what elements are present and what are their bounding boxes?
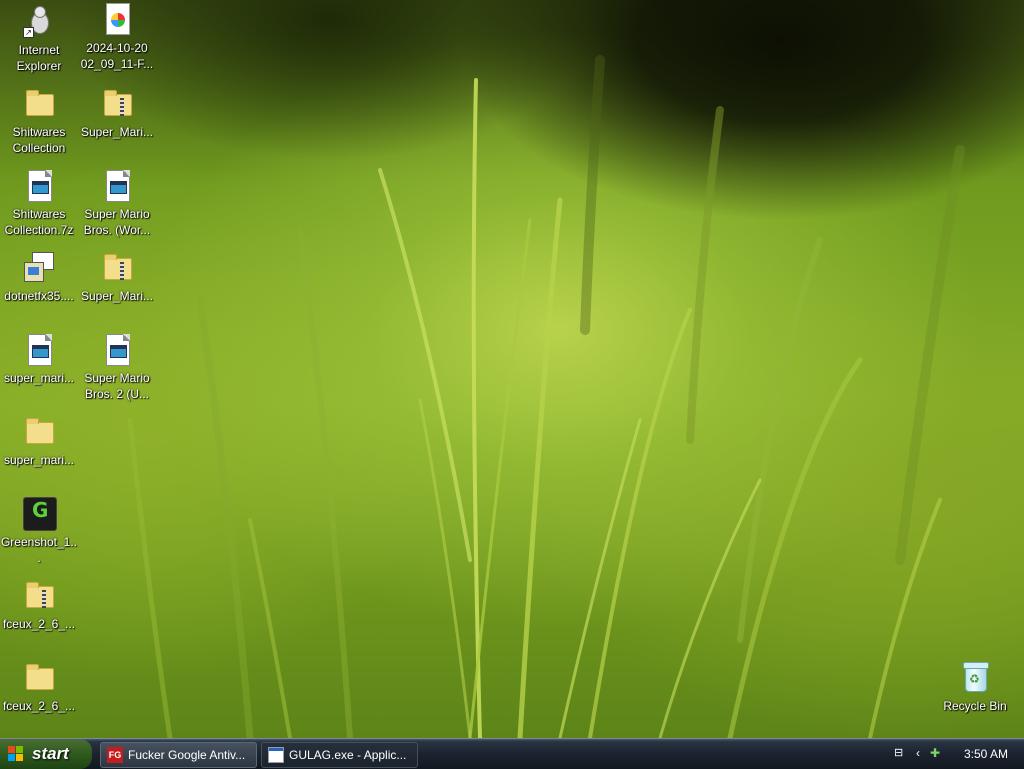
recycle-bin-icon: ♻ bbox=[963, 662, 989, 692]
network-status-icon[interactable]: ⊟ bbox=[894, 746, 903, 759]
safely-remove-hardware-icon[interactable]: ✚ bbox=[930, 746, 940, 760]
icon-label: Shitwares bbox=[12, 207, 66, 221]
icon-label: Internet bbox=[18, 43, 60, 57]
rom-file-icon bbox=[106, 334, 130, 366]
zip-folder-icon bbox=[104, 90, 132, 116]
desktop-icon-super-mario-2-rom[interactable]: Super Mario Bros. 2 (U... bbox=[78, 332, 156, 402]
desktop-icon-shitwares-archive[interactable]: Shitwares Collection.7z bbox=[0, 168, 78, 238]
icon-label: Collection bbox=[12, 141, 66, 155]
zip-folder-icon bbox=[26, 582, 54, 608]
system-tray: ⊟ ‹ ✚ 3:50 AM bbox=[894, 739, 1024, 769]
tray-clock[interactable]: 3:50 AM bbox=[964, 747, 1008, 761]
start-button[interactable]: start bbox=[0, 739, 92, 769]
icon-label: Recycle Bin bbox=[943, 699, 1007, 713]
taskbar-button-fucker-google-antivirus[interactable]: FG Fucker Google Antiv... bbox=[100, 742, 257, 768]
fg-app-icon: FG bbox=[107, 747, 123, 763]
desktop-icon-super-mari-file[interactable]: super_mari... bbox=[0, 332, 78, 386]
icon-label: super_mari... bbox=[3, 453, 75, 467]
installer-icon bbox=[24, 252, 54, 282]
desktop-icon-greenshot[interactable]: G Greenshot_1... bbox=[0, 496, 78, 566]
icon-label: dotnetfx35.... bbox=[4, 289, 74, 303]
task-label: Fucker Google Antiv... bbox=[128, 748, 246, 762]
image-file-icon bbox=[106, 3, 130, 35]
icon-label: Bros. (Wor... bbox=[83, 223, 151, 237]
icon-label: 02_09_11-F... bbox=[80, 57, 154, 71]
icon-label: Explorer bbox=[16, 59, 62, 73]
task-label: GULAG.exe - Applic... bbox=[289, 748, 407, 762]
greenshot-icon: G bbox=[23, 497, 57, 531]
desktop-icon-fceux-zip[interactable]: fceux_2_6_... bbox=[0, 578, 78, 632]
folder-icon bbox=[26, 90, 54, 116]
taskbar-button-gulag[interactable]: GULAG.exe - Applic... bbox=[261, 742, 418, 768]
icon-label: fceux_2_6_... bbox=[2, 617, 76, 631]
icon-label: 2024-10-20 bbox=[86, 41, 148, 55]
icon-label: Super Mario bbox=[84, 371, 150, 385]
desktop-icon-fceux-folder[interactable]: fceux_2_6_... bbox=[0, 660, 78, 714]
zip-folder-icon bbox=[104, 254, 132, 280]
taskbar: start FG Fucker Google Antiv... GULAG.ex… bbox=[0, 738, 1024, 769]
icon-label: Super_Mari... bbox=[80, 125, 154, 139]
icon-label: Super_Mari... bbox=[80, 289, 154, 303]
desktop-icon-super-mari-folder[interactable]: super_mari... bbox=[0, 414, 78, 468]
shortcut-arrow-icon: ↗ bbox=[23, 27, 34, 38]
desktop-icon-dotnetfx-installer[interactable]: dotnetfx35.... bbox=[0, 250, 78, 304]
icon-label: Super Mario bbox=[84, 207, 150, 221]
rom-file-icon bbox=[28, 334, 52, 366]
icon-label: Collection.7z bbox=[4, 223, 74, 237]
application-window-icon bbox=[268, 747, 284, 763]
windows-logo-icon bbox=[8, 746, 24, 762]
icon-label: fceux_2_6_... bbox=[2, 699, 76, 713]
desktop-icon-shitwares-folder[interactable]: Shitwares Collection bbox=[0, 86, 78, 156]
desktop-icon-recycle-bin[interactable]: ♻ Recycle Bin bbox=[936, 660, 1014, 714]
icon-label: Shitwares bbox=[12, 125, 66, 139]
icon-label: Greenshot_1... bbox=[0, 535, 78, 565]
icon-label: Bros. 2 (U... bbox=[84, 387, 149, 401]
archive-file-icon bbox=[28, 170, 52, 202]
rom-file-icon bbox=[106, 170, 130, 202]
desktop-icon-super-mario-zip-1[interactable]: Super_Mari... bbox=[78, 86, 156, 140]
folder-icon bbox=[26, 418, 54, 444]
desktop-icon-screenshot-file[interactable]: 2024-10-20 02_09_11-F... bbox=[78, 2, 156, 72]
folder-icon bbox=[26, 664, 54, 690]
desktop-icon-internet-explorer[interactable]: ↗ Internet Explorer bbox=[0, 4, 78, 74]
desktop-icon-super-mario-zip-2[interactable]: Super_Mari... bbox=[78, 250, 156, 304]
start-label: start bbox=[32, 744, 69, 763]
icon-label: super_mari... bbox=[3, 371, 75, 385]
show-hidden-icons-chevron-icon[interactable]: ‹ bbox=[916, 746, 920, 760]
desktop-icon-super-mario-world-rom[interactable]: Super Mario Bros. (Wor... bbox=[78, 168, 156, 238]
